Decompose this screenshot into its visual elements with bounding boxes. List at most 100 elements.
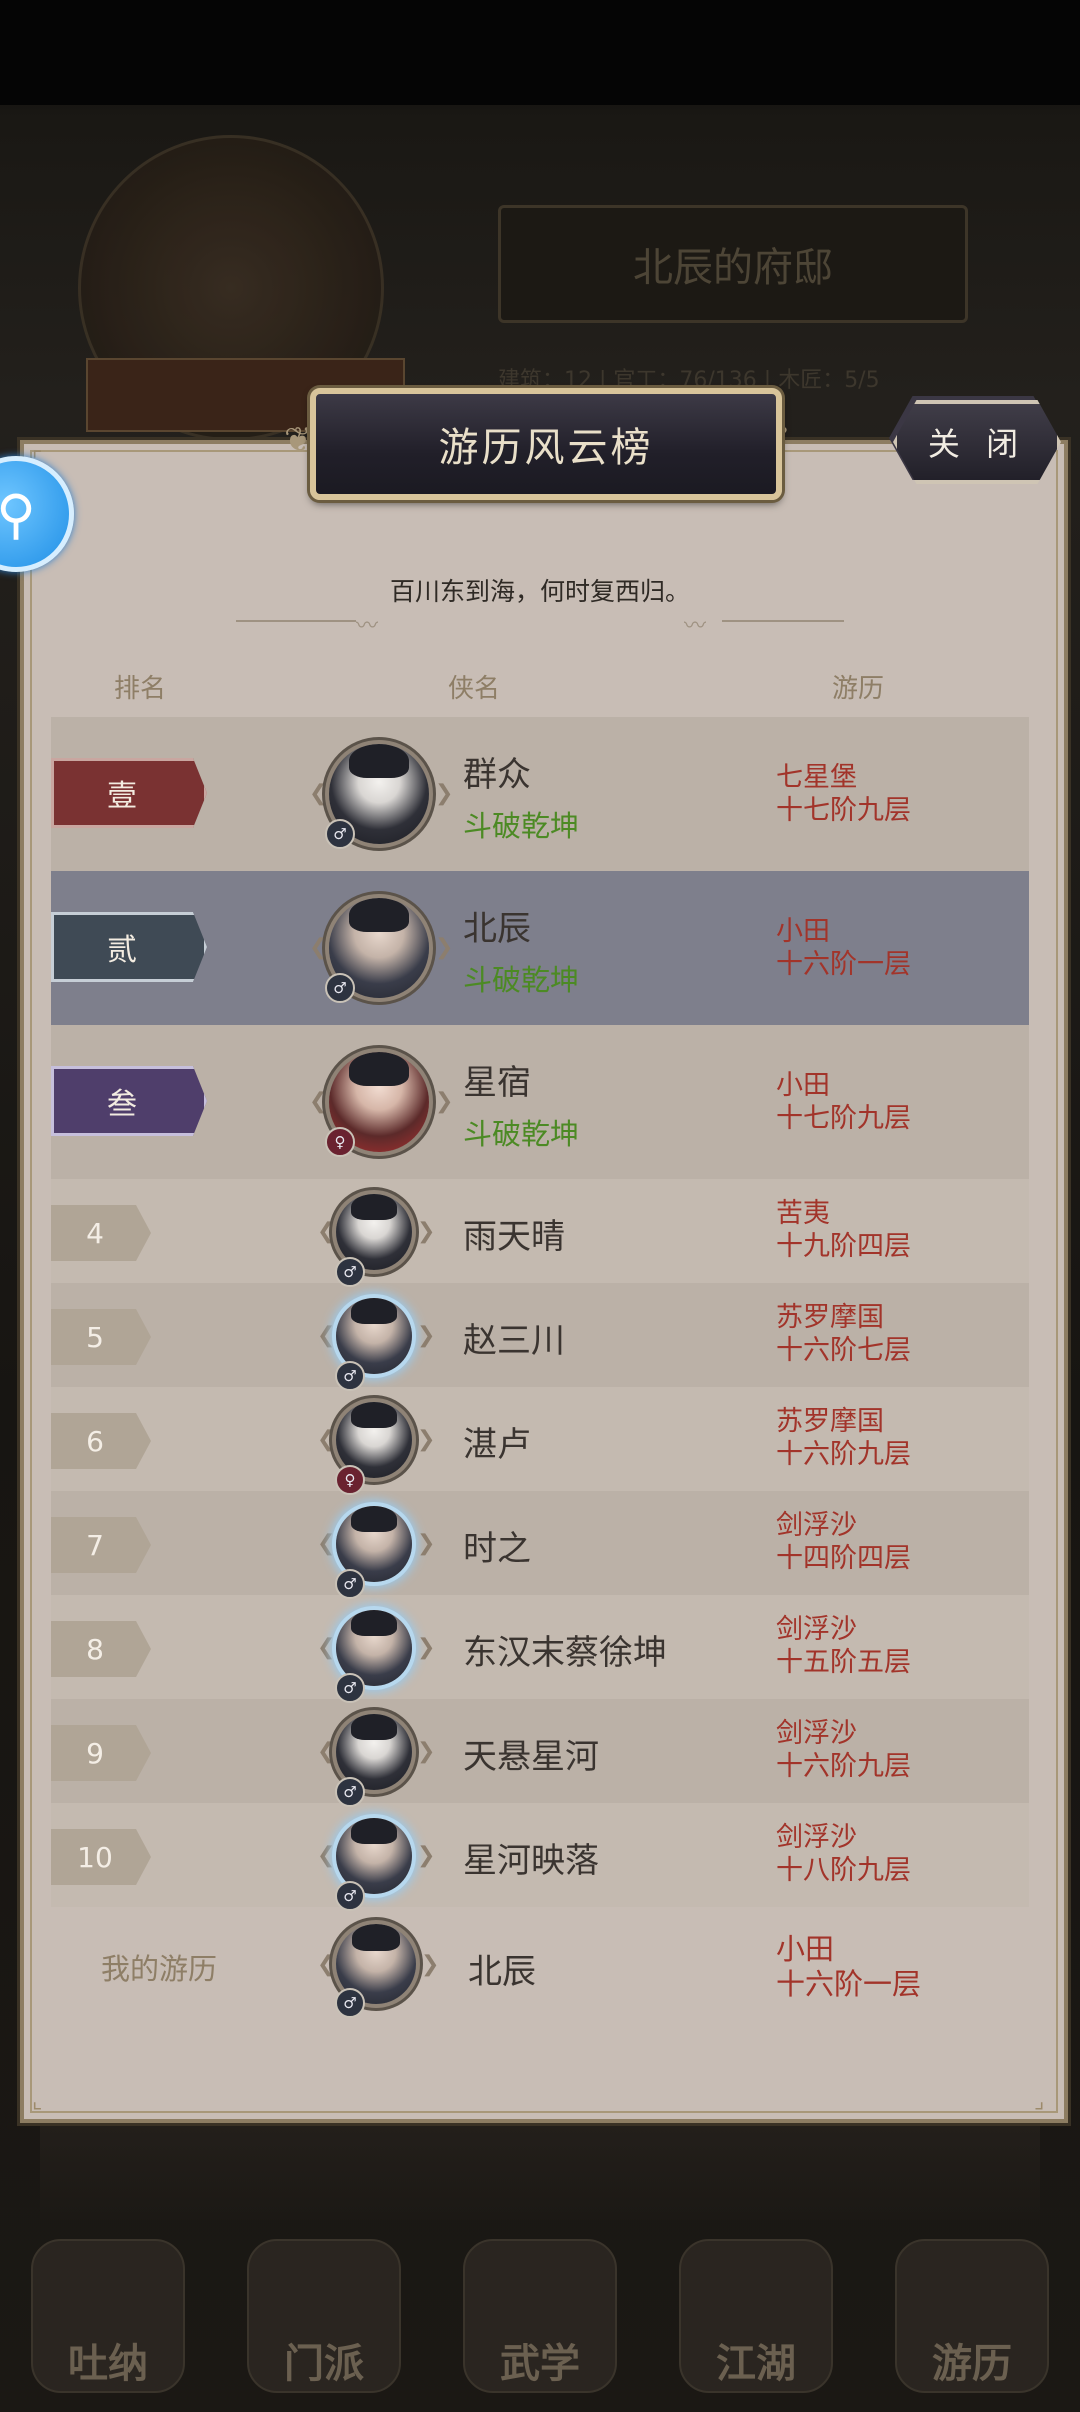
avatar-ornament-icon: ❯	[417, 1635, 436, 1660]
travel-info: 苏罗摩国 十六阶九层	[776, 1405, 911, 1471]
travel-level: 十六阶一层	[776, 949, 911, 980]
male-icon: ♂	[335, 1673, 365, 1703]
ranking-row-self[interactable]: 贰 ❮ ❯ ♂ 北辰 斗破乾坤 小田 十六阶一层	[51, 871, 1029, 1025]
corner-ornament-icon: ⌞	[32, 2089, 43, 2114]
avatar-ornament-icon: ❮	[317, 1427, 336, 1452]
ranking-list: 壹 ❮ ❯ ♂ 群众 斗破乾坤 七星堡 十七阶九层 贰 ❮ ❯ ♂ 北辰 斗破乾…	[51, 717, 1029, 1911]
travel-level: 十四阶四层	[776, 1543, 911, 1574]
player-name: 群众	[463, 755, 531, 795]
travel-info: 剑浮沙 十四阶四层	[776, 1509, 911, 1575]
ranking-row[interactable]: 叁 ❮ ❯ ♀ 星宿 斗破乾坤 小田 十七阶九层	[51, 1025, 1029, 1179]
my-name: 北辰	[468, 1952, 536, 1992]
travel-place: 剑浮沙	[776, 1822, 857, 1853]
player-name: 星宿	[463, 1063, 531, 1103]
rank-number: 7	[51, 1517, 151, 1573]
male-icon: ♂	[335, 1361, 365, 1391]
female-icon: ♀	[335, 1465, 365, 1495]
travel-level: 十九阶四层	[776, 1231, 911, 1262]
rank-badge: 叁	[51, 1066, 207, 1136]
rank-number: 9	[51, 1725, 151, 1781]
avatar-ornament-icon: ❮	[317, 1952, 336, 1977]
avatar-ornament-icon: ❯	[417, 1427, 436, 1452]
avatar-ornament-icon: ❯	[435, 781, 454, 806]
divider-ornament-icon: 〰	[356, 614, 379, 639]
rank-number: 4	[51, 1205, 151, 1261]
ranking-row[interactable]: 10 ❮ ❯ ♂ 星河映落 剑浮沙 十八阶九层	[51, 1803, 1029, 1911]
avatar-ornament-icon: ❯	[417, 1843, 436, 1868]
avatar-ornament-icon: ❮	[317, 1843, 336, 1868]
avatar-ornament-icon: ❮	[317, 1739, 336, 1764]
player-name: 星河映落	[463, 1841, 599, 1881]
travel-info: 小田 十六阶一层	[776, 915, 911, 981]
close-button[interactable]: 关 闭	[893, 400, 1061, 484]
avatar-ornament-icon: ❯	[435, 935, 454, 960]
travel-info: 剑浮沙 十六阶九层	[776, 1717, 911, 1783]
player-name: 东汉末蔡徐坤	[463, 1633, 667, 1673]
tab-tuna: 吐纳	[31, 2239, 185, 2393]
dialog-title: 游历风云榜	[310, 388, 782, 500]
bottom-tabs: 吐纳 门派 武学 江湖 游历	[0, 2220, 1080, 2412]
tab-sect: 门派	[247, 2239, 401, 2393]
travel-place: 小田	[776, 1070, 830, 1101]
corner-ornament-icon: ⌟	[1034, 2089, 1045, 2114]
ranking-row[interactable]: 6 ❮ ❯ ♀ 湛卢 苏罗摩国 十六阶九层	[51, 1387, 1029, 1495]
my-travel-place: 小田	[776, 1932, 835, 1966]
ranking-row[interactable]: 壹 ❮ ❯ ♂ 群众 斗破乾坤 七星堡 十七阶九层	[51, 717, 1029, 871]
avatar-ornament-icon: ❯	[435, 1089, 454, 1114]
divider-ornament-icon: 〰	[684, 614, 707, 639]
ranking-row[interactable]: 9 ❮ ❯ ♂ 天悬星河 剑浮沙 十六阶九层	[51, 1699, 1029, 1807]
travel-info: 苦夷 十九阶四层	[776, 1197, 911, 1263]
avatar-ornament-icon: ❮	[309, 935, 328, 960]
tab-jianghu: 江湖	[679, 2239, 833, 2393]
travel-place: 苏罗摩国	[776, 1406, 884, 1437]
tab-martial: 武学	[463, 2239, 617, 2393]
travel-level: 十五阶五层	[776, 1647, 911, 1678]
my-travel-label: 我的游历	[101, 1952, 218, 1986]
ranking-row[interactable]: 4 ❮ ❯ ♂ 雨天晴 苦夷 十九阶四层	[51, 1179, 1029, 1287]
female-icon: ♀	[325, 1127, 355, 1157]
my-travel-row: 我的游历 ❮ ❯ ♂ 北辰 小田 十六阶一层	[51, 1896, 1029, 2026]
divider	[236, 620, 356, 622]
avatar-ornament-icon: ❮	[317, 1219, 336, 1244]
rank-number: 8	[51, 1621, 151, 1677]
avatar-ornament-icon: ❮	[317, 1531, 336, 1556]
travel-place: 七星堡	[776, 762, 857, 793]
travel-place: 剑浮沙	[776, 1510, 857, 1541]
travel-place: 剑浮沙	[776, 1718, 857, 1749]
avatar-ornament-icon: ❯	[417, 1739, 436, 1764]
avatar-ornament-icon: ❯	[417, 1531, 436, 1556]
column-header-travel: 游历	[832, 674, 885, 704]
rank-badge: 壹	[51, 758, 207, 828]
my-travel-info: 小田 十六阶一层	[776, 1932, 921, 2002]
dialog-subtitle: 百川东到海，何时复西归。	[389, 577, 690, 606]
rank-number: 5	[51, 1309, 151, 1365]
rank-number: 10	[51, 1829, 151, 1885]
player-name: 北辰	[463, 909, 531, 949]
player-name: 雨天晴	[463, 1217, 565, 1257]
player-sect: 斗破乾坤	[463, 809, 580, 843]
player-sect: 斗破乾坤	[463, 963, 580, 997]
travel-level: 十七阶九层	[776, 795, 911, 826]
column-header-rank: 排名	[114, 674, 167, 704]
ranking-row[interactable]: 8 ❮ ❯ ♂ 东汉末蔡徐坤 剑浮沙 十五阶五层	[51, 1595, 1029, 1703]
player-sect: 斗破乾坤	[463, 1117, 580, 1151]
male-icon: ♂	[335, 1777, 365, 1807]
male-icon: ♂	[325, 973, 355, 1003]
avatar-ornament-icon: ❮	[317, 1323, 336, 1348]
travel-level: 十六阶九层	[776, 1751, 911, 1782]
player-name: 时之	[463, 1529, 531, 1569]
avatar-ornament-icon: ❮	[317, 1635, 336, 1660]
ranking-row[interactable]: 5 ❮ ❯ ♂ 赵三川 苏罗摩国 十六阶七层	[51, 1283, 1029, 1391]
travel-place: 苏罗摩国	[776, 1302, 884, 1333]
travel-info: 小田 十七阶九层	[776, 1069, 911, 1135]
avatar-ornament-icon: ❮	[309, 781, 328, 806]
ranking-row[interactable]: 7 ❮ ❯ ♂ 时之 剑浮沙 十四阶四层	[51, 1491, 1029, 1599]
player-name: 天悬星河	[463, 1737, 599, 1777]
travel-place: 剑浮沙	[776, 1614, 857, 1645]
residence-title: 北辰的府邸	[498, 205, 968, 323]
travel-level: 十七阶九层	[776, 1103, 911, 1134]
rank-badge: 贰	[51, 912, 207, 982]
travel-level: 十八阶九层	[776, 1855, 911, 1886]
travel-place: 小田	[776, 916, 830, 947]
travel-info: 剑浮沙 十五阶五层	[776, 1613, 911, 1679]
